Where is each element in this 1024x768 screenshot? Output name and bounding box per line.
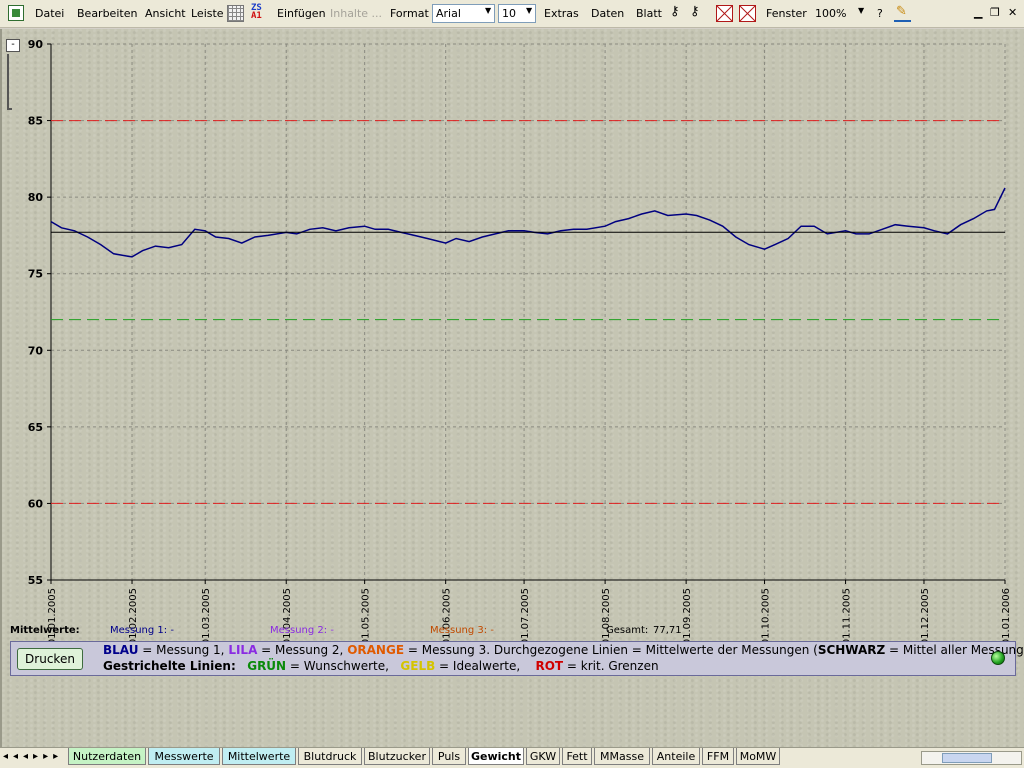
tab-messwerte[interactable]: Messwerte: [148, 748, 220, 765]
legend-krit: = krit. Grenzen: [563, 659, 659, 673]
gesamt-label: Gesamt:: [606, 625, 649, 636]
tab-puls[interactable]: Puls: [432, 748, 466, 765]
legend-lila: LILA: [228, 643, 258, 657]
horizontal-scrollbar[interactable]: [921, 751, 1022, 765]
x-tick-label: 01.12.2005: [920, 588, 931, 645]
legend-gelb: GELB: [400, 659, 436, 673]
x-tick-label: 01.09.2005: [682, 588, 693, 645]
legend-line-2: Gestrichelte Linien: GRÜN = Wunschwerte,…: [103, 659, 659, 673]
x-tick-label: 01.06.2005: [442, 588, 453, 645]
tab-gkw[interactable]: GKW: [526, 748, 560, 765]
y-tick-label: 55: [28, 574, 43, 587]
legend-messung1: = Messung 1,: [138, 643, 229, 657]
series-line-weight: [50, 187, 1006, 258]
tab-blutzucker[interactable]: Blutzucker: [364, 748, 430, 765]
x-tick-label: 01.01.2005: [47, 588, 58, 645]
legend-gestrichelt: Gestrichelte Linien:: [103, 659, 236, 673]
legend-gruen: GRÜN: [247, 659, 287, 673]
mittelwert-messung1: Messung 1: -: [110, 625, 174, 636]
mittelwert-messung2: Messung 2: -: [270, 625, 334, 636]
x-tick-label: 01.08.2005: [601, 588, 612, 645]
scrollbar-thumb[interactable]: [942, 753, 992, 763]
tab-fett[interactable]: Fett: [562, 748, 592, 765]
mittelwert-messung3: Messung 3: -: [430, 625, 494, 636]
x-tick-label: 01.05.2005: [361, 588, 372, 645]
tab-nutzerdaten[interactable]: Nutzerdaten: [68, 748, 146, 765]
y-tick-label: 60: [28, 497, 44, 510]
tab-gewicht[interactable]: Gewicht: [468, 748, 524, 765]
tab-navigation-icons[interactable]: ◂◂◂▸▸▸: [3, 751, 63, 762]
legend-ideal: = Idealwerte,: [435, 659, 521, 673]
y-tick-label: 90: [28, 38, 44, 51]
legend-blau: BLAU: [103, 643, 139, 657]
tab-momw[interactable]: MoMW: [736, 748, 780, 765]
gesamt-value: 77,71: [653, 625, 682, 636]
legend-rot: ROT: [535, 659, 564, 673]
print-button[interactable]: Drucken: [17, 648, 83, 670]
tab-blutdruck[interactable]: Blutdruck: [298, 748, 362, 765]
x-tick-label: 01.10.2005: [761, 588, 772, 645]
mittelwerte-label: Mittelwerte:: [10, 625, 80, 636]
x-tick-label: 01.02.2005: [128, 588, 139, 645]
legend-schwarz: SCHWARZ: [817, 643, 886, 657]
legend-line-1: BLAU = Messung 1, LILA = Messung 2, ORAN…: [103, 643, 1024, 657]
x-tick-label: 01.04.2005: [282, 588, 293, 645]
tab-mittelwerte[interactable]: Mittelwerte: [222, 748, 296, 765]
sheet-tab-bar: ◂◂◂▸▸▸ Nutzerdaten Messwerte Mittelwerte…: [0, 747, 1024, 768]
tab-anteile[interactable]: Anteile: [652, 748, 700, 765]
weight-chart: 55 60 65 70 75 80 85 90 01.01.2005 01.02.2005 01.…: [28, 38, 1012, 645]
legend-box: Drucken BLAU = Messung 1, LILA = Messung…: [10, 641, 1024, 676]
y-tick-label: 70: [28, 344, 44, 357]
status-indicator-icon: [991, 651, 1005, 665]
legend-messung2: = Messung 2,: [257, 643, 348, 657]
x-tick-label: 01.07.2005: [520, 588, 531, 645]
legend-orange: ORANGE: [347, 643, 405, 657]
y-tick-label: 80: [28, 191, 44, 204]
y-tick-label: 85: [28, 115, 43, 128]
x-tick-label: 01.03.2005: [201, 588, 212, 645]
y-tick-label: 75: [28, 268, 43, 281]
legend-messung3: = Messung 3. Durchgezogene Linien = Mitt…: [404, 643, 818, 657]
legend-wunsch: = Wunschwerte,: [286, 659, 393, 673]
tab-ffm[interactable]: FFM: [702, 748, 734, 765]
tab-mmasse[interactable]: MMasse: [594, 748, 650, 765]
y-tick-label: 65: [28, 421, 43, 434]
x-tick-label: 01.01.2006: [1001, 588, 1012, 645]
x-tick-label: 01.11.2005: [842, 588, 853, 645]
